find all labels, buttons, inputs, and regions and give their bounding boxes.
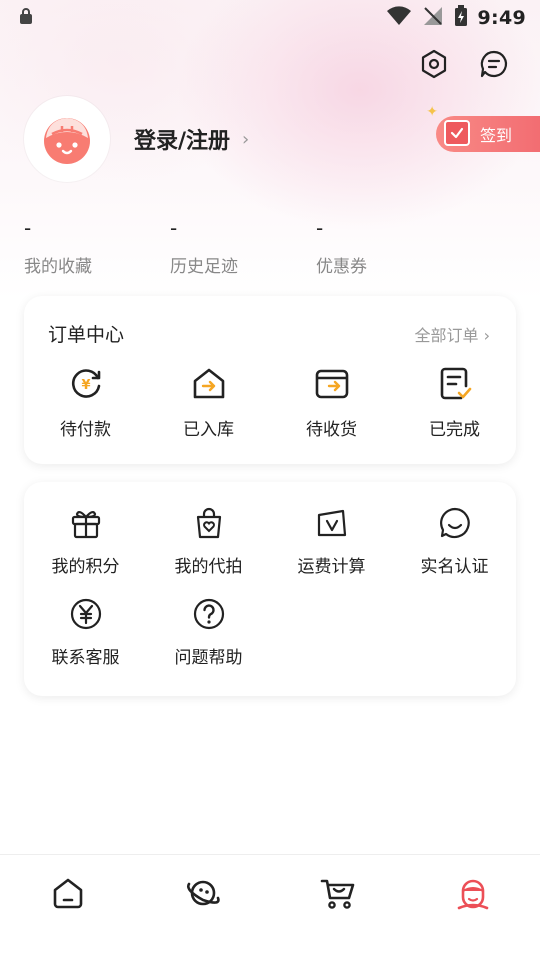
service-help[interactable]: 问题帮助 <box>147 595 270 668</box>
pending-payment-icon: ¥ <box>67 365 105 403</box>
planet-icon <box>186 880 220 906</box>
checkin-label: 签到 <box>480 126 513 145</box>
home-icon <box>53 878 82 909</box>
shipping-calculator-icon <box>313 504 351 542</box>
stat-history[interactable]: - 历史足迹 <box>170 216 316 277</box>
nav-home[interactable] <box>28 873 108 913</box>
service-label: 运费计算 <box>297 557 366 577</box>
pending-receipt-icon <box>313 365 351 403</box>
service-label: 我的代拍 <box>174 557 243 577</box>
warehoused-icon <box>190 365 228 403</box>
status-time: 9:49 <box>477 7 526 29</box>
stat-favorites[interactable]: - 我的收藏 <box>24 216 170 277</box>
stats-row: - 我的收藏 - 历史足迹 - 优惠券 <box>24 216 462 277</box>
stat-coupons[interactable]: - 优惠券 <box>316 216 462 277</box>
chevron-right-icon: › <box>242 128 250 150</box>
service-label: 问题帮助 <box>174 648 243 668</box>
services-card: 我的积分 我的代拍 运费计算 实名认证 联系客服 问题帮助 <box>24 482 516 696</box>
service-my-proxy-buy[interactable]: 我的代拍 <box>147 504 270 577</box>
checkin-button[interactable]: 签到 <box>436 116 540 152</box>
order-pending-receipt[interactable]: 待收货 <box>270 365 393 440</box>
stat-label: 我的收藏 <box>24 257 92 277</box>
gift-icon <box>67 504 105 542</box>
stat-value: - <box>170 216 178 240</box>
service-real-name-auth[interactable]: 实名认证 <box>393 504 516 577</box>
status-bar: 9:49 <box>0 0 540 36</box>
order-item-label: 已入库 <box>183 420 234 440</box>
order-center-title: 订单中心 <box>48 324 125 346</box>
order-warehoused[interactable]: 已入库 <box>147 365 270 440</box>
service-my-points[interactable]: 我的积分 <box>24 504 147 577</box>
checkin-calendar-icon <box>444 120 470 146</box>
no-signal-icon <box>422 5 444 31</box>
sparkle-icon: ✦ <box>426 104 438 120</box>
all-orders-link[interactable]: 全部订单 › <box>415 322 491 346</box>
bottom-nav <box>0 854 540 960</box>
top-actions <box>418 48 510 80</box>
nav-cart[interactable] <box>298 873 378 913</box>
message-icon[interactable] <box>478 48 510 80</box>
service-label: 实名认证 <box>420 557 489 577</box>
service-customer-support[interactable]: 联系客服 <box>24 595 147 668</box>
stat-label: 历史足迹 <box>170 257 238 277</box>
service-label: 我的积分 <box>51 557 120 577</box>
svg-text:¥: ¥ <box>81 378 90 393</box>
battery-charging-icon <box>454 5 468 31</box>
help-icon <box>190 595 228 633</box>
stat-label: 优惠券 <box>316 257 367 277</box>
completed-icon <box>436 365 474 403</box>
service-label: 联系客服 <box>51 648 120 668</box>
wifi-icon <box>386 6 412 30</box>
service-shipping-calc[interactable]: 运费计算 <box>270 504 393 577</box>
profile-icon <box>457 879 488 910</box>
cart-icon <box>320 879 354 909</box>
order-item-label: 待收货 <box>306 420 357 440</box>
order-center-card: 订单中心 全部订单 › ¥ 待付款 已入库 待收货 已完成 <box>24 296 516 464</box>
order-completed[interactable]: 已完成 <box>393 365 516 440</box>
profile-row[interactable]: 登录/注册 › <box>24 96 249 182</box>
default-avatar-icon <box>44 118 90 164</box>
chat-smile-icon <box>436 504 474 542</box>
nav-discover[interactable] <box>163 873 243 913</box>
order-pending-payment[interactable]: ¥ 待付款 <box>24 365 147 440</box>
login-register-link[interactable]: 登录/注册 <box>134 123 230 155</box>
lock-icon <box>18 7 34 29</box>
stat-value: - <box>24 216 32 240</box>
avatar[interactable] <box>24 96 110 182</box>
order-item-label: 已完成 <box>429 420 480 440</box>
shopping-bag-icon <box>190 504 228 542</box>
settings-icon[interactable] <box>418 48 450 80</box>
nav-profile[interactable] <box>433 873 513 913</box>
stat-value: - <box>316 216 324 240</box>
yen-circle-icon <box>67 595 105 633</box>
order-item-label: 待付款 <box>60 420 111 440</box>
